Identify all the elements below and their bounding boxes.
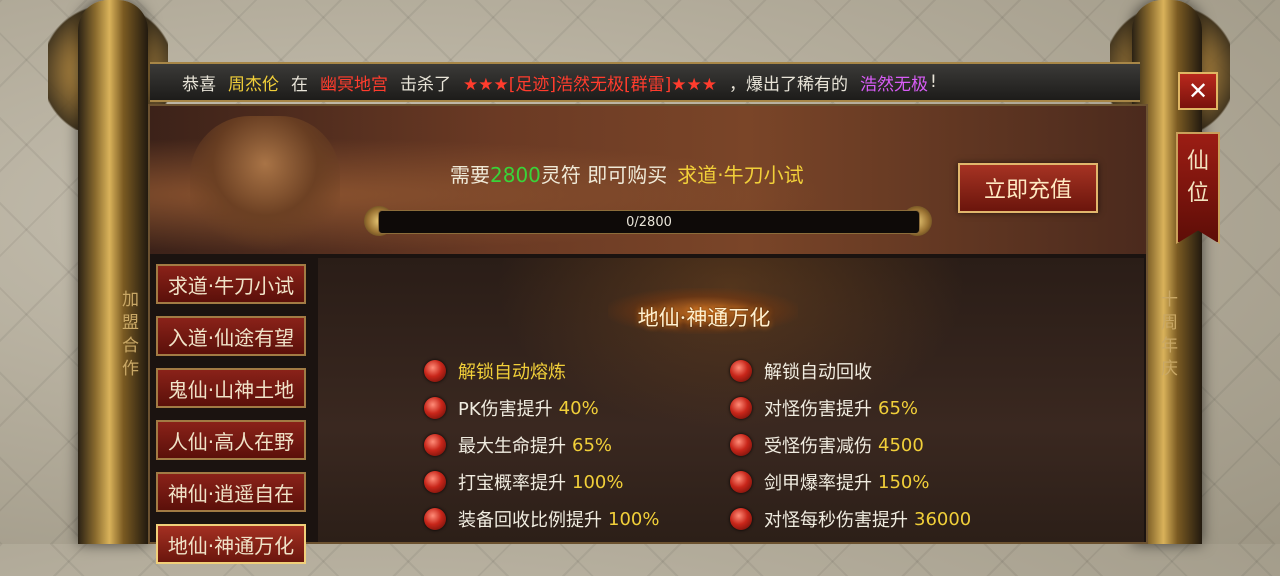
dragon-pillar-left (78, 0, 148, 544)
attribute-name: 装备回收比例提升 (458, 510, 602, 531)
tier-item-active[interactable]: 地仙·神通万化 (156, 524, 306, 564)
attribute-row: PK伤害提升 40% (424, 395, 599, 421)
attribute-value: 100% (608, 508, 660, 530)
attribute-value: 100% (572, 471, 624, 493)
tier-item[interactable]: 入道·仙途有望 (156, 316, 306, 356)
announce-boss: ★★★[足迹]浩然无极[群雷]★★★ (463, 74, 717, 95)
attribute-row: 剑甲爆率提升 150% (730, 469, 929, 495)
attribute-value: 4500 (878, 434, 924, 456)
monkey-king-portrait (190, 116, 340, 252)
attribute-name: 解锁自动回收 (764, 362, 872, 383)
announce-item: 浩然无极 (859, 74, 928, 95)
need-suffix: 灵符 即可购买 (540, 163, 668, 187)
attribute-name: 解锁自动熔炼 (458, 362, 566, 383)
attribute-row: 解锁自动回收 (730, 358, 872, 384)
red-orb-icon (424, 508, 446, 530)
attribute-name: 剑甲爆率提升 (764, 473, 872, 494)
attribute-name: 对怪每秒伤害提升 (764, 510, 908, 531)
red-orb-icon (424, 360, 446, 382)
side-tab-xianwei[interactable]: 仙 位 (1176, 132, 1220, 244)
attribute-value: 36000 (914, 508, 972, 530)
attribute-row: 最大生命提升 65% (424, 432, 612, 458)
pillar-inscription-left: 加盟合作 (118, 290, 138, 382)
attribute-name: 打宝概率提升 (458, 473, 566, 494)
announce-exclaim: ! (929, 72, 937, 92)
progress-bar: 0/2800 (378, 210, 920, 234)
red-orb-icon (730, 508, 752, 530)
side-tab-char-1: 仙 (1186, 149, 1209, 174)
tier-title: 地仙·神通万化 (637, 306, 771, 330)
attribute-name: 最大生命提升 (458, 436, 566, 457)
announcement-bar: 恭喜 周杰伦 在 幽冥地宫 击杀了 ★★★[足迹]浩然无极[群雷]★★★ ，爆出… (150, 62, 1140, 102)
announce-location: 幽冥地宫 (320, 74, 388, 95)
tier-list: 求道·牛刀小试 入道·仙途有望 鬼仙·山神土地 人仙·高人在野 神仙·逍遥自在 … (156, 264, 310, 576)
attribute-name: 对怪伤害提升 (764, 399, 872, 420)
red-orb-icon (730, 360, 752, 382)
rank-panel: 需要2800灵符 即可购买 求道·牛刀小试 立即充值 0/2800 求道·牛刀小试… (148, 104, 1148, 564)
attribute-value: 150% (878, 471, 930, 493)
attribute-value: 65% (572, 434, 613, 456)
need-prefix: 需要 (450, 163, 490, 187)
red-orb-icon (424, 434, 446, 456)
attribute-name: 受怪伤害减伤 (764, 436, 872, 457)
side-tab-char-2: 位 (1186, 181, 1209, 206)
need-target-item: 求道·牛刀小试 (677, 163, 804, 187)
announce-prefix: 恭喜 (182, 74, 216, 95)
announce-killed: 击杀了 (400, 74, 451, 95)
recharge-button[interactable]: 立即充值 (958, 163, 1098, 213)
attribute-row: 解锁自动熔炼 (424, 358, 566, 384)
attribute-row: 对怪每秒伤害提升 36000 (730, 506, 971, 532)
pillar-inscription-right: 十周年庆 (1157, 290, 1177, 382)
red-orb-icon (424, 397, 446, 419)
announce-at: 在 (291, 74, 308, 95)
close-button[interactable]: ✕ (1178, 72, 1218, 110)
attribute-row: 对怪伤害提升 65% (730, 395, 918, 421)
close-icon: ✕ (1187, 77, 1209, 105)
purchase-banner: 需要2800灵符 即可购买 求道·牛刀小试 立即充值 0/2800 (150, 106, 1146, 254)
tier-item[interactable]: 神仙·逍遥自在 (156, 472, 306, 512)
attribute-row: 受怪伤害减伤 4500 (730, 432, 924, 458)
purchase-requirement: 需要2800灵符 即可购买 求道·牛刀小试 (450, 159, 804, 188)
red-orb-icon (730, 471, 752, 493)
attribute-value: 65% (878, 397, 919, 419)
need-amount: 2800 (490, 163, 541, 187)
tier-item[interactable]: 鬼仙·山神土地 (156, 368, 306, 408)
red-orb-icon (730, 397, 752, 419)
attribute-value: 40% (558, 397, 599, 419)
tier-detail: 地仙·神通万化 解锁自动熔炼 PK伤害提升 40% 最大生命提升 65% 打宝概… (318, 258, 1144, 542)
tier-item[interactable]: 求道·牛刀小试 (156, 264, 306, 304)
announce-drop-text: ，爆出了稀有的 (728, 74, 848, 95)
tier-item[interactable]: 人仙·高人在野 (156, 420, 306, 460)
red-orb-icon (424, 471, 446, 493)
attribute-name: PK伤害提升 (458, 399, 553, 420)
attribute-row: 装备回收比例提升 100% (424, 506, 659, 532)
progress-text: 0/2800 (626, 214, 672, 230)
red-orb-icon (730, 434, 752, 456)
attribute-row: 打宝概率提升 100% (424, 469, 623, 495)
announce-player: 周杰伦 (228, 74, 279, 95)
